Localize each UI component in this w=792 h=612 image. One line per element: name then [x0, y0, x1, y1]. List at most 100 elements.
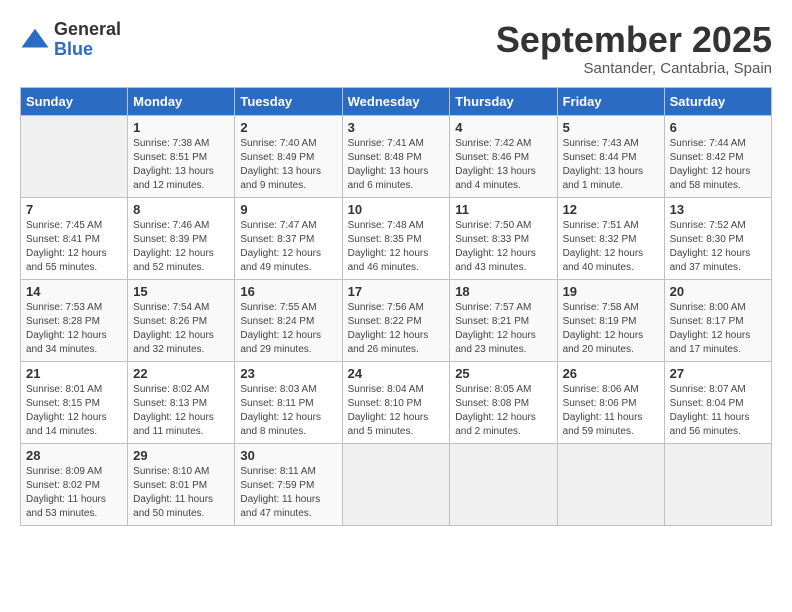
logo-blue: Blue	[54, 40, 121, 60]
calendar-cell: 19Sunrise: 7:58 AM Sunset: 8:19 PM Dayli…	[557, 279, 664, 361]
day-info: Sunrise: 7:50 AM Sunset: 8:33 PM Dayligh…	[455, 219, 551, 275]
calendar-cell: 27Sunrise: 8:07 AM Sunset: 8:04 PM Dayli…	[664, 361, 771, 443]
column-header-saturday: Saturday	[664, 87, 771, 115]
column-header-friday: Friday	[557, 87, 664, 115]
calendar-cell: 13 Sunrise: 7:52 AM Sunset: 8:30 PM Dayli…	[664, 197, 771, 279]
column-header-sunday: Sunday	[21, 87, 128, 115]
page-header: General Blue September 2025 Santander, C…	[20, 20, 772, 77]
day-info: Sunrise: 7:52 AM Sunset: 8:30 PM Dayligh…	[670, 219, 766, 275]
day-number: 18	[455, 284, 551, 299]
day-info: Sunrise: 8:04 AM Sunset: 8:10 PM Dayligh…	[348, 383, 445, 439]
calendar-cell	[342, 443, 450, 525]
day-info: Sunrise: 7:53 AM Sunset: 8:28 PM Dayligh…	[26, 301, 122, 357]
day-number: 5	[563, 120, 659, 135]
title-block: September 2025 Santander, Cantabria, Spa…	[496, 20, 772, 77]
day-info: Sunrise: 8:01 AM Sunset: 8:15 PM Dayligh…	[26, 383, 122, 439]
calendar-cell	[21, 115, 128, 197]
day-info: Sunrise: 7:43 AM Sunset: 8:44 PM Dayligh…	[563, 137, 659, 193]
day-number: 27	[670, 366, 766, 381]
calendar-cell: 16 Sunrise: 7:55 AM Sunset: 8:24 PM Dayli…	[235, 279, 342, 361]
calendar-cell: 1 Sunrise: 7:38 AM Sunset: 8:51 PM Daylig…	[128, 115, 235, 197]
day-info: Sunrise: 7:56 AM Sunset: 8:22 PM Dayligh…	[348, 301, 445, 357]
day-number: 20	[670, 284, 766, 299]
day-number: 10	[348, 202, 445, 217]
calendar-cell: 20 Sunrise: 8:00 AM Sunset: 8:17 PM Dayli…	[664, 279, 771, 361]
day-info: Sunrise: 7:41 AM Sunset: 8:48 PM Dayligh…	[348, 137, 445, 193]
day-number: 3	[348, 120, 445, 135]
day-info: Sunrise: 7:58 AM Sunset: 8:19 PM Dayligh…	[563, 301, 659, 357]
calendar-cell: 10 Sunrise: 7:48 AM Sunset: 8:35 PM Dayli…	[342, 197, 450, 279]
logo-icon	[20, 25, 50, 55]
calendar-cell: 25 Sunrise: 8:05 AM Sunset: 8:08 PM Dayli…	[450, 361, 557, 443]
calendar-week-row: 14Sunrise: 7:53 AM Sunset: 8:28 PM Dayli…	[21, 279, 772, 361]
day-number: 6	[670, 120, 766, 135]
day-info: Sunrise: 7:38 AM Sunset: 8:51 PM Dayligh…	[133, 137, 229, 193]
calendar-cell: 9Sunrise: 7:47 AM Sunset: 8:37 PM Daylig…	[235, 197, 342, 279]
day-number: 15	[133, 284, 229, 299]
day-number: 28	[26, 448, 122, 463]
day-info: Sunrise: 7:44 AM Sunset: 8:42 PM Dayligh…	[670, 137, 766, 193]
day-number: 29	[133, 448, 229, 463]
calendar-cell: 5 Sunrise: 7:43 AM Sunset: 8:44 PM Daylig…	[557, 115, 664, 197]
day-info: Sunrise: 8:09 AM Sunset: 8:02 PM Dayligh…	[26, 465, 122, 521]
day-info: Sunrise: 7:55 AM Sunset: 8:24 PM Dayligh…	[240, 301, 336, 357]
logo-general: General	[54, 20, 121, 40]
day-number: 7	[26, 202, 122, 217]
day-info: Sunrise: 7:48 AM Sunset: 8:35 PM Dayligh…	[348, 219, 445, 275]
calendar-cell: 21 Sunrise: 8:01 AM Sunset: 8:15 PM Dayli…	[21, 361, 128, 443]
calendar-cell: 2Sunrise: 7:40 AM Sunset: 8:49 PM Daylig…	[235, 115, 342, 197]
day-number: 11	[455, 202, 551, 217]
month-title: September 2025	[496, 20, 772, 60]
day-number: 12	[563, 202, 659, 217]
day-info: Sunrise: 8:02 AM Sunset: 8:13 PM Dayligh…	[133, 383, 229, 439]
column-header-monday: Monday	[128, 87, 235, 115]
day-number: 26	[563, 366, 659, 381]
day-info: Sunrise: 8:00 AM Sunset: 8:17 PM Dayligh…	[670, 301, 766, 357]
day-number: 17	[348, 284, 445, 299]
calendar-header-row: SundayMondayTuesdayWednesdayThursdayFrid…	[21, 87, 772, 115]
column-header-thursday: Thursday	[450, 87, 557, 115]
day-number: 4	[455, 120, 551, 135]
day-number: 21	[26, 366, 122, 381]
calendar-cell: 26 Sunrise: 8:06 AM Sunset: 8:06 PM Dayli…	[557, 361, 664, 443]
day-info: Sunrise: 8:06 AM Sunset: 8:06 PM Dayligh…	[563, 383, 659, 439]
calendar-cell: 12 Sunrise: 7:51 AM Sunset: 8:32 PM Dayli…	[557, 197, 664, 279]
day-info: Sunrise: 8:10 AM Sunset: 8:01 PM Dayligh…	[133, 465, 229, 521]
calendar-cell: 24 Sunrise: 8:04 AM Sunset: 8:10 PM Dayli…	[342, 361, 450, 443]
calendar-cell: 4 Sunrise: 7:42 AM Sunset: 8:46 PM Daylig…	[450, 115, 557, 197]
calendar-cell: 11 Sunrise: 7:50 AM Sunset: 8:33 PM Dayli…	[450, 197, 557, 279]
calendar-cell: 14Sunrise: 7:53 AM Sunset: 8:28 PM Dayli…	[21, 279, 128, 361]
calendar-cell: 3 Sunrise: 7:41 AM Sunset: 8:48 PM Daylig…	[342, 115, 450, 197]
day-info: Sunrise: 7:57 AM Sunset: 8:21 PM Dayligh…	[455, 301, 551, 357]
calendar-cell: 7 Sunrise: 7:45 AM Sunset: 8:41 PM Daylig…	[21, 197, 128, 279]
calendar-cell	[664, 443, 771, 525]
day-number: 22	[133, 366, 229, 381]
day-info: Sunrise: 7:45 AM Sunset: 8:41 PM Dayligh…	[26, 219, 122, 275]
day-number: 1	[133, 120, 229, 135]
day-info: Sunrise: 7:54 AM Sunset: 8:26 PM Dayligh…	[133, 301, 229, 357]
day-number: 30	[240, 448, 336, 463]
day-number: 16	[240, 284, 336, 299]
day-info: Sunrise: 8:11 AM Sunset: 7:59 PM Dayligh…	[240, 465, 336, 521]
day-info: Sunrise: 7:47 AM Sunset: 8:37 PM Dayligh…	[240, 219, 336, 275]
day-number: 24	[348, 366, 445, 381]
day-number: 23	[240, 366, 336, 381]
day-number: 25	[455, 366, 551, 381]
calendar-cell: 8Sunrise: 7:46 AM Sunset: 8:39 PM Daylig…	[128, 197, 235, 279]
calendar-week-row: 1 Sunrise: 7:38 AM Sunset: 8:51 PM Daylig…	[21, 115, 772, 197]
calendar-cell: 15 Sunrise: 7:54 AM Sunset: 8:26 PM Dayli…	[128, 279, 235, 361]
calendar-cell: 17 Sunrise: 7:56 AM Sunset: 8:22 PM Dayli…	[342, 279, 450, 361]
calendar-cell: 29 Sunrise: 8:10 AM Sunset: 8:01 PM Dayli…	[128, 443, 235, 525]
day-number: 13	[670, 202, 766, 217]
day-info: Sunrise: 8:05 AM Sunset: 8:08 PM Dayligh…	[455, 383, 551, 439]
calendar-table: SundayMondayTuesdayWednesdayThursdayFrid…	[20, 87, 772, 526]
column-header-tuesday: Tuesday	[235, 87, 342, 115]
day-number: 8	[133, 202, 229, 217]
calendar-week-row: 28 Sunrise: 8:09 AM Sunset: 8:02 PM Dayli…	[21, 443, 772, 525]
calendar-cell: 18 Sunrise: 7:57 AM Sunset: 8:21 PM Dayli…	[450, 279, 557, 361]
day-info: Sunrise: 7:42 AM Sunset: 8:46 PM Dayligh…	[455, 137, 551, 193]
column-header-wednesday: Wednesday	[342, 87, 450, 115]
calendar-cell: 23Sunrise: 8:03 AM Sunset: 8:11 PM Dayli…	[235, 361, 342, 443]
calendar-cell	[557, 443, 664, 525]
day-info: Sunrise: 7:51 AM Sunset: 8:32 PM Dayligh…	[563, 219, 659, 275]
